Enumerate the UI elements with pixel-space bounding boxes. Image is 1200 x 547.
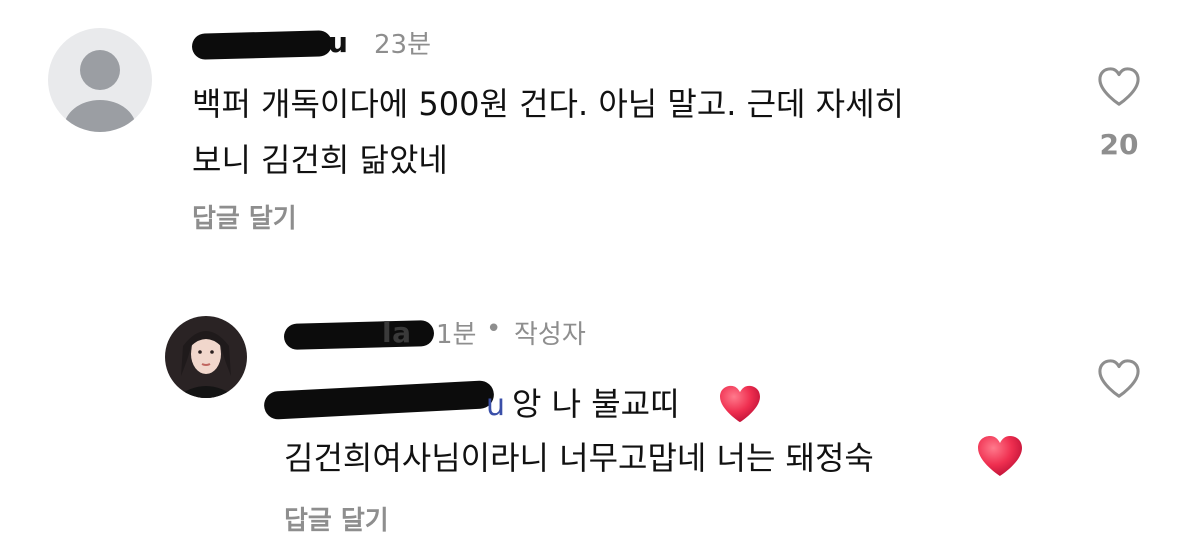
redacted-username	[283, 320, 435, 350]
red-heart-emoji	[978, 436, 1022, 476]
username[interactable]: la	[382, 316, 412, 349]
mention-link[interactable]: u	[486, 378, 505, 434]
heart-outline-icon[interactable]	[1096, 358, 1142, 400]
author-badge: 작성자	[514, 320, 586, 350]
comment-text-line1: 앙 나 불교띠	[512, 385, 680, 423]
profile-photo[interactable]	[165, 316, 247, 398]
red-heart-emoji	[720, 385, 760, 423]
reply-button[interactable]: 답글 달기	[284, 500, 389, 537]
comment-text-line2: 김건희여사님이라니 너무고맙네 너는 돼정숙	[284, 439, 874, 477]
redacted-mention	[263, 380, 495, 420]
comment: la 1분 • 작성자 u 앙 나 불교띠 김건희여사님이라니 너무고맙네 너는…	[0, 0, 1200, 547]
comment-time: 1분	[436, 320, 477, 350]
separator-dot: •	[486, 314, 502, 344]
